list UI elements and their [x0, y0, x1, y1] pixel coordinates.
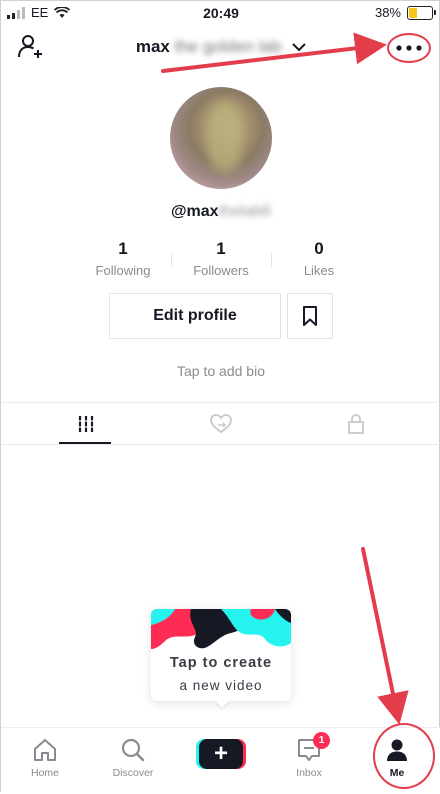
username-text: @max [170, 203, 219, 220]
create-plus-icon: + [199, 739, 243, 769]
nav-inbox-label: Inbox [296, 767, 322, 779]
bookmark-icon [303, 306, 317, 326]
create-video-tooltip[interactable]: Tap to create a new video [151, 609, 291, 701]
stat-followers[interactable]: 1 Followers [171, 239, 271, 278]
inbox-badge: 1 [313, 732, 330, 749]
chevron-down-icon [292, 43, 306, 52]
username-blurred: thelab6 [218, 203, 272, 220]
nav-home[interactable]: Home [5, 737, 85, 779]
tab-private[interactable] [283, 405, 429, 443]
favorites-button[interactable] [287, 293, 333, 339]
liked-heart-icon [210, 414, 232, 434]
edit-profile-button[interactable]: Edit profile [109, 293, 281, 339]
stat-value: 1 [216, 239, 226, 258]
tab-videos[interactable] [13, 405, 159, 443]
profile-username: @maxthelab6 [1, 203, 440, 221]
header-username-blurred: the golden lab [174, 37, 282, 56]
annotation-arrow-me [361, 547, 409, 725]
battery-percent: 38% [374, 5, 401, 20]
stat-value: 0 [314, 239, 324, 258]
status-right: 38% [374, 5, 436, 20]
stat-label: Followers [193, 263, 249, 278]
tooltip-pointer [215, 701, 229, 708]
stat-label: Following [95, 263, 151, 278]
header-username: max [135, 37, 170, 56]
home-icon [34, 739, 56, 761]
tooltip-title: Tap to create [169, 655, 273, 671]
add-bio-link[interactable]: Tap to add bio [1, 363, 440, 379]
account-switcher[interactable]: max the golden lab [1, 37, 440, 57]
status-bar: EE 20:49 38% [1, 1, 440, 25]
more-options-button[interactable] [387, 33, 431, 63]
stat-likes[interactable]: 0 Likes [269, 239, 369, 278]
create-video-button[interactable]: + [196, 739, 246, 769]
annotation-circle-me [373, 723, 435, 789]
stat-label: Likes [303, 263, 335, 278]
nav-discover-label: Discover [112, 767, 154, 779]
nav-home-label: Home [30, 767, 59, 779]
tabs-divider-top [1, 402, 440, 403]
grid-icon [78, 416, 94, 432]
tabs-divider-bottom [1, 444, 440, 445]
battery-icon [407, 5, 436, 20]
tab-liked[interactable] [148, 405, 294, 443]
stat-following[interactable]: 1 Following [73, 239, 173, 278]
nav-inbox[interactable]: Inbox [269, 737, 349, 779]
lock-icon [348, 414, 364, 434]
tooltip-subtitle: a new video [179, 678, 263, 693]
nav-discover[interactable]: Discover [93, 737, 173, 779]
search-icon [121, 738, 145, 762]
profile-avatar[interactable] [170, 87, 272, 189]
more-dots-icon [396, 45, 422, 51]
stat-value: 1 [118, 239, 128, 258]
tooltip-art [151, 609, 291, 655]
